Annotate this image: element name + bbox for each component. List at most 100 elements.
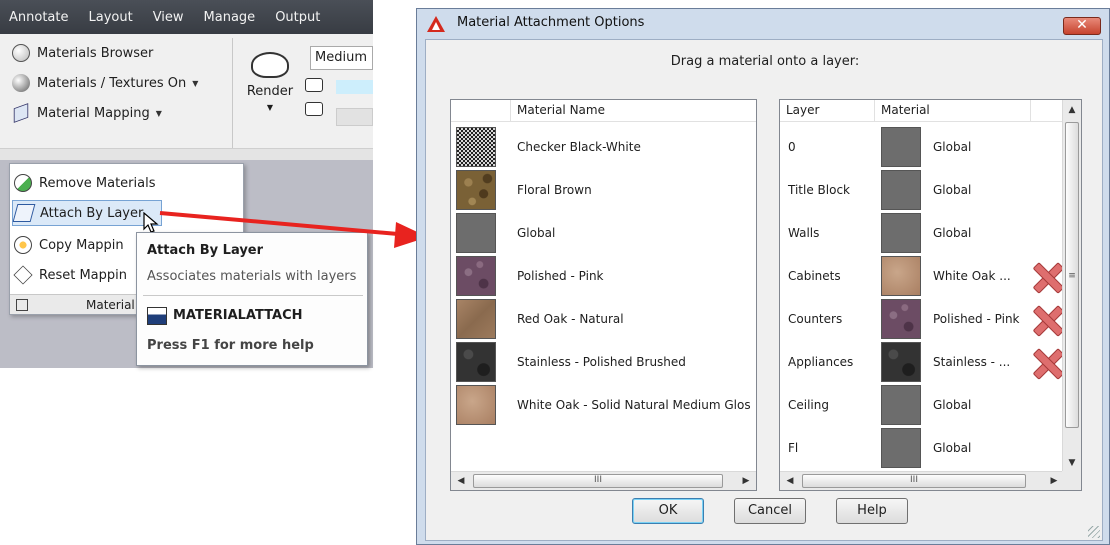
layer-row[interactable]: Title Block Global	[780, 170, 1081, 213]
material-row[interactable]: Polished - Pink	[451, 256, 756, 299]
ribbon-tab-annotate[interactable]: Annotate	[0, 10, 78, 25]
material-name: White Oak - Solid Natural Medium Glos	[517, 398, 751, 412]
scroll-right-icon[interactable]: ▶	[1047, 474, 1061, 488]
render-small-icons	[305, 78, 323, 126]
layer-column-header[interactable]: Layer	[780, 100, 875, 122]
scroll-up-icon[interactable]: ▲	[1065, 103, 1079, 117]
ok-button[interactable]: OK	[632, 498, 704, 524]
material-column-header[interactable]: Material	[875, 100, 1031, 122]
materials-textures-button[interactable]: Materials / Textures On ▼	[8, 68, 230, 98]
help-button[interactable]: Help	[836, 498, 908, 524]
scroll-thumb[interactable]: ≡	[1065, 122, 1079, 428]
scroll-thumb[interactable]: III	[473, 474, 723, 488]
remove-material-icon[interactable]	[1032, 305, 1062, 335]
chevron-down-icon[interactable]: ▼	[156, 109, 162, 118]
layer-row[interactable]: Cabinets White Oak ...	[780, 256, 1081, 299]
layer-material-swatch[interactable]	[881, 127, 921, 167]
render-quality-select[interactable]: Medium	[310, 46, 373, 70]
layer-name: Walls	[788, 226, 820, 240]
copy-mapping-icon	[14, 236, 32, 254]
material-swatch[interactable]	[456, 256, 496, 296]
ribbon-panel-footer	[0, 148, 373, 160]
render-preset-icon[interactable]	[305, 102, 323, 116]
layer-row[interactable]: Counters Polished - Pink	[780, 299, 1081, 342]
material-swatch[interactable]	[456, 342, 496, 382]
materials-horizontal-scrollbar[interactable]: ◀ III ▶	[451, 471, 756, 490]
layer-material-name: Global	[933, 183, 972, 197]
render-button[interactable]: Render ▼	[240, 40, 300, 140]
remove-materials-item[interactable]: Remove Materials	[14, 170, 155, 196]
material-swatch[interactable]	[456, 127, 496, 167]
scroll-left-icon[interactable]: ◀	[454, 474, 468, 488]
remove-material-icon[interactable]	[1032, 348, 1062, 378]
layer-row[interactable]: Ceiling Global	[780, 385, 1081, 428]
material-row[interactable]: Checker Black-White	[451, 127, 756, 170]
swatch-column-header[interactable]	[451, 100, 511, 122]
layer-material-swatch[interactable]	[881, 428, 921, 468]
layer-material-swatch[interactable]	[881, 213, 921, 253]
material-row[interactable]: Global	[451, 213, 756, 256]
layer-material-name: Global	[933, 398, 972, 412]
material-swatch[interactable]	[456, 385, 496, 425]
materials-browser-button[interactable]: Materials Browser	[8, 38, 230, 68]
chevron-down-icon[interactable]: ▼	[240, 103, 300, 112]
material-swatch[interactable]	[456, 170, 496, 210]
layers-vertical-scrollbar[interactable]: ▲ ≡ ▼	[1062, 100, 1081, 473]
chevron-down-icon[interactable]: ▼	[192, 79, 198, 88]
close-button[interactable]: ✕	[1063, 17, 1101, 35]
material-mapping-icon	[13, 103, 29, 123]
layer-name: 0	[788, 140, 796, 154]
render-region-icon[interactable]	[305, 78, 323, 92]
scroll-down-icon[interactable]: ▼	[1065, 456, 1079, 470]
teapot-icon	[251, 52, 289, 78]
layer-material-swatch[interactable]	[881, 299, 921, 339]
ribbon-tab-manage[interactable]: Manage	[194, 10, 266, 25]
layer-row[interactable]: 0 Global	[780, 127, 1081, 170]
mouse-cursor-icon	[143, 212, 159, 233]
material-name: Floral Brown	[517, 183, 592, 197]
layers-horizontal-scrollbar[interactable]: ◀ III ▶	[780, 471, 1064, 490]
layer-row[interactable]: Appliances Stainless - ...	[780, 342, 1081, 385]
dialog-title-bar[interactable]: Material Attachment Options ✕	[417, 9, 1109, 39]
remove-material-icon[interactable]	[1032, 262, 1062, 292]
material-name-column-header[interactable]: Material Name	[511, 100, 756, 122]
scroll-right-icon[interactable]: ▶	[739, 474, 753, 488]
layers-list[interactable]: Layer Material 0 Global Title Block Global W…	[779, 99, 1082, 491]
layer-name: Title Block	[788, 183, 850, 197]
ribbon-tab-view[interactable]: View	[143, 10, 194, 25]
material-swatch[interactable]	[456, 213, 496, 253]
layer-material-swatch[interactable]	[881, 342, 921, 382]
layer-material-name: Global	[933, 441, 972, 455]
tooltip-help: Press F1 for more help	[147, 338, 314, 353]
render-output-field[interactable]	[336, 108, 373, 126]
material-mapping-button[interactable]: Material Mapping ▼	[8, 98, 230, 128]
copy-mapping-item[interactable]: Copy Mappin	[14, 232, 124, 258]
reset-mapping-label: Reset Mappin	[39, 267, 127, 283]
scroll-thumb[interactable]: III	[802, 474, 1026, 488]
materials-list[interactable]: Material Name Checker Black-White Floral …	[450, 99, 757, 491]
layer-material-swatch[interactable]	[881, 170, 921, 210]
layer-material-swatch[interactable]	[881, 256, 921, 296]
ribbon-tab-output[interactable]: Output	[265, 10, 330, 25]
layer-row[interactable]: Fl Global	[780, 428, 1081, 471]
attach-by-layer-item[interactable]: Attach By Layer	[12, 200, 162, 226]
dialog-title: Material Attachment Options	[457, 15, 645, 30]
material-swatch[interactable]	[456, 299, 496, 339]
material-row[interactable]: Floral Brown	[451, 170, 756, 213]
materials-list-header: Material Name	[451, 100, 756, 122]
reset-mapping-item[interactable]: Reset Mappin	[13, 262, 127, 288]
material-row[interactable]: Red Oak - Natural	[451, 299, 756, 342]
remove-materials-icon	[14, 174, 32, 192]
scroll-left-icon[interactable]: ◀	[783, 474, 797, 488]
material-row[interactable]: White Oak - Solid Natural Medium Glos	[451, 385, 756, 428]
cancel-button[interactable]: Cancel	[734, 498, 806, 524]
resize-grip-icon[interactable]	[1088, 526, 1100, 538]
layer-material-swatch[interactable]	[881, 385, 921, 425]
layer-material-name: White Oak ...	[933, 269, 1011, 283]
layer-row[interactable]: Walls Global	[780, 213, 1081, 256]
ribbon-tab-layout[interactable]: Layout	[78, 10, 142, 25]
layers-list-header: Layer Material	[780, 100, 1081, 122]
material-row[interactable]: Stainless - Polished Brushed	[451, 342, 756, 385]
materials-browser-icon	[12, 44, 30, 62]
pin-icon[interactable]	[16, 298, 28, 311]
